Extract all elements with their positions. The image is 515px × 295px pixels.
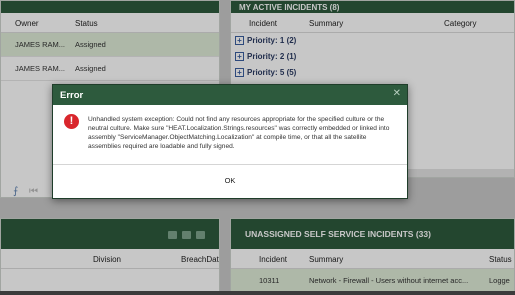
dialog-header: Error ✕ (53, 85, 407, 105)
ok-button[interactable]: OK (215, 173, 246, 188)
dialog-title: Error (60, 90, 84, 101)
dialog-body: ! Unhandled system exception: Could not … (53, 105, 407, 165)
error-icon: ! (64, 114, 79, 129)
dialog-footer: OK (53, 165, 407, 198)
error-message: Unhandled system exception: Could not fi… (88, 116, 390, 150)
close-icon[interactable]: ✕ (393, 88, 401, 99)
error-dialog: Error ✕ ! Unhandled system exception: Co… (52, 84, 408, 199)
